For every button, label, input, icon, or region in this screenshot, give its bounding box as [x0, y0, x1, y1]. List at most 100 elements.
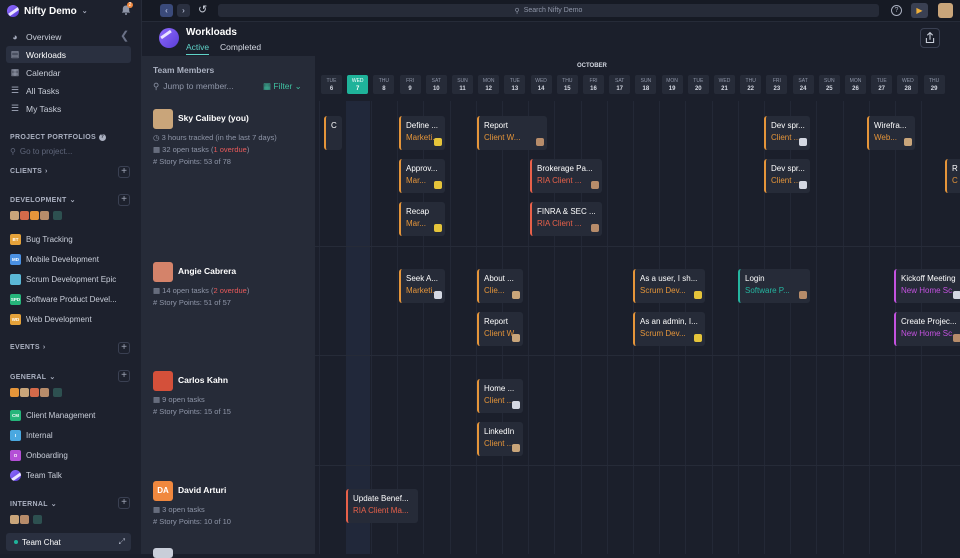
open-tasks-text: 9 open tasks [162, 395, 205, 404]
task-card[interactable]: Dev spr... Client ... [764, 159, 810, 193]
nav-calendar[interactable]: ▦ Calendar [6, 64, 131, 81]
task-card[interactable]: Recap Mar... [399, 202, 445, 236]
tab-active[interactable]: Active [186, 42, 210, 55]
avatar [10, 211, 19, 220]
day-17: SAT 17 [609, 75, 631, 94]
team-chat-button[interactable]: Team Chat ⤢ [6, 533, 131, 551]
task-card[interactable]: Login Software P... [738, 269, 810, 303]
task-card[interactable]: As a user, I sh... Scrum Dev... [633, 269, 705, 303]
workload-timeline: OCTOBER TUE 6 WED 7 THU 8 FRI 9 SAT 10 SUN 11 MON 12 T… [315, 56, 960, 554]
jump-to-member-input[interactable]: ⚲ Jump to member... [153, 81, 234, 92]
task-card[interactable]: Update Benef... RIA Client Ma... [346, 489, 418, 523]
add-development-button[interactable]: + [118, 194, 130, 206]
expand-icon[interactable]: ⤢ [119, 537, 125, 547]
filter-button[interactable]: ▦ Filter ⌄ [263, 81, 302, 92]
task-card[interactable]: Create Projec... New Home Sc... [894, 312, 960, 346]
task-card[interactable]: As an admin, I... Scrum Dev... [633, 312, 705, 346]
task-card[interactable]: Report Client W... [477, 312, 523, 346]
project-bug-tracking[interactable]: BT Bug Tracking [10, 234, 73, 245]
day-number: 17 [616, 86, 624, 92]
add-general-button[interactable]: + [118, 370, 130, 382]
day-19: MON 19 [661, 75, 683, 94]
task-card[interactable]: Dev spr... Client ... [764, 116, 810, 150]
day-number: 19 [668, 86, 676, 92]
day-23: FRI 23 [766, 75, 788, 94]
project-internal[interactable]: I Internal [10, 430, 53, 441]
project-software-product[interactable]: SPD Software Product Devel... [10, 294, 117, 305]
project-mobile-development[interactable]: MD Mobile Development [10, 254, 99, 265]
workspace-switcher[interactable]: Nifty Demo ⌄ [7, 4, 88, 18]
avatar [20, 388, 29, 397]
user-avatar[interactable] [938, 3, 953, 18]
nav-my-tasks[interactable]: ☰ My Tasks [6, 100, 131, 117]
task-card[interactable]: Home ... Client ... [477, 379, 523, 413]
task-title: Dev spr... [771, 121, 805, 130]
avatar [20, 211, 29, 220]
project-badge: CM [10, 410, 21, 421]
task-card[interactable]: Report Client W... [477, 116, 547, 150]
day-number: 6 [329, 86, 334, 92]
collapse-sidebar-icon[interactable]: ❮ [120, 29, 129, 42]
project-onboarding[interactable]: O Onboarding [10, 450, 68, 461]
day-column-line [737, 101, 739, 554]
task-card[interactable]: FINRA & SEC ... RIA Client ... [530, 202, 602, 236]
tab-completed[interactable]: Completed [220, 42, 261, 52]
forward-button[interactable]: › [177, 4, 190, 17]
add-event-button[interactable]: + [118, 342, 130, 354]
task-card[interactable]: About ... Clie... [477, 269, 523, 303]
search-input[interactable]: ⚲ Search Nifty Demo [218, 4, 879, 17]
story-points-text: Story Points: 15 of 15 [159, 407, 231, 416]
task-project: RIA Client Ma... [353, 506, 409, 515]
task-card[interactable]: Define ... Marketi... [399, 116, 445, 150]
task-card[interactable]: LinkedIn Client ... [477, 422, 523, 456]
section-general[interactable]: GENERAL ⌄ [10, 373, 56, 382]
back-button[interactable]: ‹ [160, 4, 173, 17]
task-card[interactable]: RC [945, 159, 960, 193]
project-web-development[interactable]: WD Web Development [10, 314, 92, 325]
project-label: Client Management [26, 411, 96, 420]
day-10: SAT 10 [425, 75, 447, 94]
day-of-week: TUE [876, 78, 887, 84]
share-button[interactable] [920, 28, 940, 48]
day-of-week: THU [562, 78, 573, 84]
section-internal[interactable]: INTERNAL ⌄ [10, 500, 57, 509]
goto-project-input[interactable]: ⚲ Go to project... [10, 147, 72, 156]
task-card[interactable]: C [324, 116, 342, 150]
add-internal-button[interactable]: + [118, 497, 130, 509]
task-title: Home ... [484, 384, 515, 393]
project-team-talk[interactable]: Team Talk [10, 470, 62, 481]
project-scrum-development[interactable]: Scrum Development Epic [10, 274, 116, 285]
tracked-line: ◷ 3 hours tracked (in the last 7 days) [153, 133, 277, 142]
task-card[interactable]: Kickoff Meeting New Home Sc... [894, 269, 960, 303]
history-icon[interactable]: ↺ [198, 3, 207, 16]
task-card[interactable]: Brokerage Pa... RIA Client ... [530, 159, 602, 193]
task-title: Report [484, 317, 509, 326]
task-title: Create Projec... [901, 317, 957, 326]
add-client-button[interactable]: + [118, 166, 130, 178]
day-of-week: THU [745, 78, 756, 84]
nav-workloads[interactable]: ▤ Workloads [6, 46, 131, 63]
nav-overview[interactable]: ◕ Overview [6, 28, 131, 45]
help-icon[interactable]: ? [98, 134, 106, 141]
project-label: Web Development [26, 315, 92, 324]
task-title: As an admin, I... [640, 317, 698, 326]
avatar [153, 262, 173, 282]
nav-all-tasks[interactable]: ☰ All Tasks [6, 82, 131, 99]
task-card[interactable]: Approv... Mar... [399, 159, 445, 193]
section-events[interactable]: EVENTS › [10, 344, 45, 351]
project-client-management[interactable]: CM Client Management [10, 410, 95, 421]
upgrade-icon[interactable]: ▶ [911, 3, 928, 18]
section-clients[interactable]: CLIENTS › [10, 168, 48, 175]
day-column-line [397, 101, 399, 554]
overdue-text: 2 overdue [213, 286, 247, 295]
chevron-right-icon: › [182, 6, 185, 15]
nav-label: My Tasks [26, 103, 62, 114]
day-7: WED 7 [347, 75, 369, 94]
day-number: 22 [747, 86, 755, 92]
task-card[interactable]: Wirefra... Web... [867, 116, 915, 150]
project-badge: MD [10, 254, 21, 265]
task-card[interactable]: Seek A... Marketi... [399, 269, 445, 303]
day-number: 21 [721, 86, 728, 92]
help-icon[interactable]: ? [891, 5, 902, 16]
section-development[interactable]: DEVELOPMENT ⌄ [10, 196, 76, 205]
